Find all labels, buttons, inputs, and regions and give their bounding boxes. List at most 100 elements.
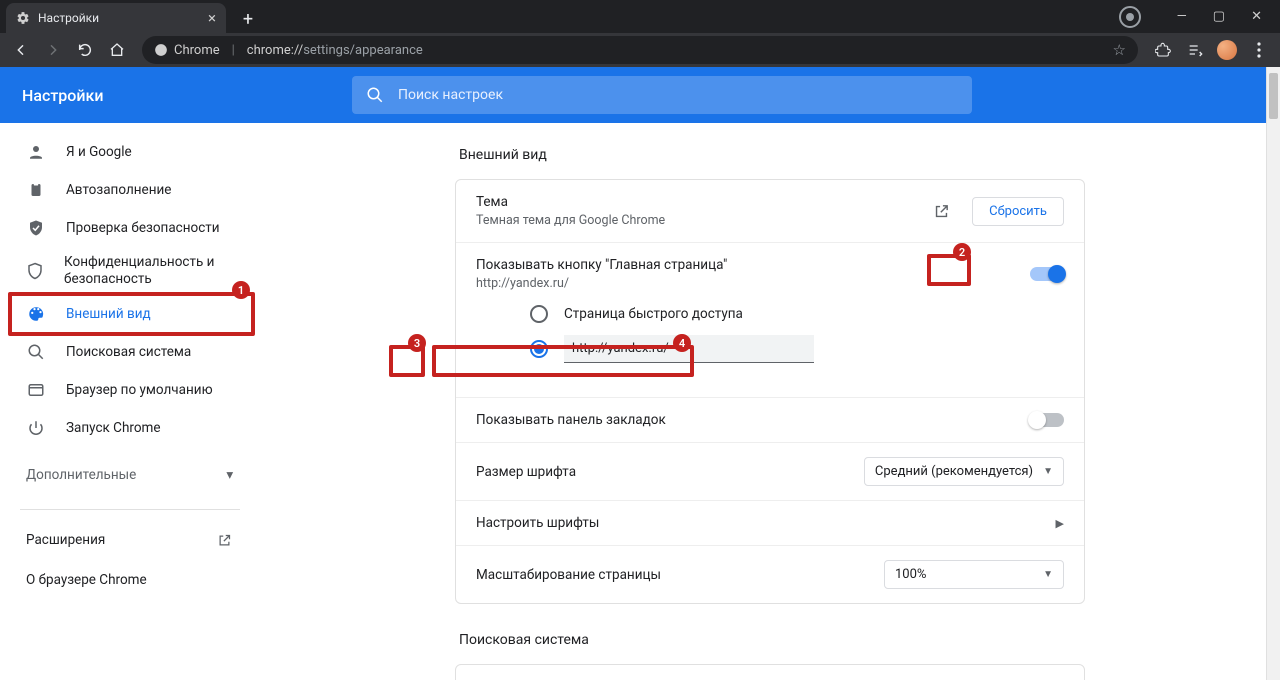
sidebar-extensions-link[interactable]: Расширения xyxy=(0,520,260,560)
settings-main: Внешний вид Тема Темная тема для Google … xyxy=(260,123,1280,680)
settings-search-input[interactable] xyxy=(398,87,958,103)
back-button[interactable] xyxy=(8,37,34,63)
sidebar-item-label: Проверка безопасности xyxy=(66,220,220,236)
settings-sidebar: Я и Google Автозаполнение Проверка безоп… xyxy=(0,123,260,680)
sidebar-item-on-startup[interactable]: Запуск Chrome xyxy=(0,409,250,447)
home-button-url: http://yandex.ru/ xyxy=(476,276,1030,291)
page-zoom-row: Масштабирование страницы 100% ▼ xyxy=(456,545,1084,603)
sidebar-item-default-browser[interactable]: Браузер по умолчанию xyxy=(0,371,250,409)
window-icon xyxy=(26,381,46,399)
home-option-newtab[interactable]: Страница быстрого доступа xyxy=(530,299,1044,329)
browser-tab[interactable]: Настройки × xyxy=(6,3,226,33)
sidebar-item-label: Поисковая система xyxy=(66,344,191,360)
palette-icon xyxy=(26,305,46,323)
search-icon xyxy=(26,343,46,361)
chevron-down-icon: ▼ xyxy=(1043,569,1053,580)
sidebar-item-label: Внешний вид xyxy=(66,306,151,322)
page-zoom-select[interactable]: 100% ▼ xyxy=(884,560,1064,589)
profile-button[interactable] xyxy=(1214,37,1240,63)
sidebar-about-label: О браузере Chrome xyxy=(26,572,147,588)
home-option-custom-url[interactable] xyxy=(530,329,1044,369)
sidebar-item-label: Запуск Chrome xyxy=(66,420,161,436)
bookmark-star-button[interactable]: ☆ xyxy=(1113,41,1126,59)
search-engine-heading: Поисковая система xyxy=(459,632,1085,648)
avatar-icon xyxy=(1217,40,1237,60)
shield-icon xyxy=(26,262,44,280)
open-in-new-icon xyxy=(217,533,232,548)
chrome-icon xyxy=(154,43,168,57)
maximize-button[interactable]: ▢ xyxy=(1213,9,1225,24)
sidebar-separator xyxy=(20,509,240,510)
bookmarks-bar-toggle[interactable] xyxy=(1030,413,1064,427)
tab-close-button[interactable]: × xyxy=(208,11,216,26)
sidebar-item-safety-check[interactable]: Проверка безопасности xyxy=(0,209,250,247)
sidebar-item-label: Конфиденциальность и безопасность xyxy=(64,254,250,288)
omnibox-url: chrome://settings/appearance xyxy=(247,43,423,58)
annotation-badge-2: 2 xyxy=(953,243,971,261)
annotation-badge-4: 4 xyxy=(673,334,691,352)
tab-strip: Настройки × + — ▢ ✕ xyxy=(0,0,1280,33)
annotation-badge-3: 3 xyxy=(408,334,426,352)
radio-icon[interactable] xyxy=(530,305,548,323)
chevron-down-icon: ▾ xyxy=(226,467,233,483)
settings-search[interactable] xyxy=(352,76,972,114)
shield-check-icon xyxy=(26,219,46,237)
omnibox-separator: | xyxy=(232,43,235,58)
sidebar-item-autofill[interactable]: Автозаполнение xyxy=(0,171,250,209)
tab-title: Настройки xyxy=(38,11,99,25)
sidebar-extensions-label: Расширения xyxy=(26,532,105,548)
settings-title: Настройки xyxy=(22,86,352,105)
chevron-right-icon: ▶ xyxy=(1056,517,1064,530)
home-button-toggle[interactable] xyxy=(1030,267,1064,281)
sidebar-about-link[interactable]: О браузере Chrome xyxy=(0,560,260,600)
sidebar-advanced-toggle[interactable]: Дополнительные ▾ xyxy=(0,455,260,495)
bookmarks-bar-label: Показывать панель закладок xyxy=(476,412,1030,428)
open-in-new-icon[interactable] xyxy=(933,203,950,220)
clipboard-icon xyxy=(26,181,46,199)
omnibox-security-label: Chrome xyxy=(174,43,220,58)
settings-page: Настройки Я и Google Автозаполнение Пров… xyxy=(0,67,1280,680)
reload-button[interactable] xyxy=(72,37,98,63)
site-info-button[interactable]: Chrome xyxy=(154,43,220,58)
minimize-button[interactable]: — xyxy=(1177,9,1187,24)
sidebar-item-label: Автозаполнение xyxy=(66,182,171,198)
default-search-engine-row: Поисковая система, используемая в адресн… xyxy=(456,665,1084,680)
menu-button[interactable] xyxy=(1246,37,1272,63)
new-tab-button[interactable]: + xyxy=(234,5,262,33)
sidebar-item-you-and-google[interactable]: Я и Google xyxy=(0,133,250,171)
scrollbar-thumb[interactable] xyxy=(1269,73,1278,119)
home-button-label: Показывать кнопку "Главная страница" xyxy=(476,257,1030,273)
page-scrollbar[interactable] xyxy=(1266,67,1280,680)
sidebar-item-privacy[interactable]: Конфиденциальность и безопасность xyxy=(0,247,250,295)
sidebar-item-label: Я и Google xyxy=(66,144,132,160)
theme-row[interactable]: Тема Темная тема для Google Chrome Сброс… xyxy=(456,180,1084,242)
forward-button[interactable] xyxy=(40,37,66,63)
font-size-label: Размер шрифта xyxy=(476,464,864,480)
sidebar-item-appearance[interactable]: Внешний вид xyxy=(0,295,250,333)
media-controls-button[interactable] xyxy=(1182,37,1208,63)
page-zoom-value: 100% xyxy=(895,567,926,582)
extensions-button[interactable] xyxy=(1150,37,1176,63)
page-zoom-label: Масштабирование страницы xyxy=(476,567,884,583)
settings-header: Настройки xyxy=(0,67,1280,123)
gear-icon xyxy=(16,11,30,25)
sidebar-advanced-label: Дополнительные xyxy=(26,467,136,483)
close-window-button[interactable]: ✕ xyxy=(1251,9,1262,24)
radio-checked-icon[interactable] xyxy=(530,340,548,358)
profile-badge-icon[interactable] xyxy=(1119,6,1141,28)
font-size-select[interactable]: Средний (рекомендуется) ▼ xyxy=(864,457,1064,486)
customize-fonts-label: Настроить шрифты xyxy=(476,515,1056,531)
chevron-down-icon: ▼ xyxy=(1043,466,1053,477)
theme-label: Тема xyxy=(476,194,933,210)
home-option-newtab-label: Страница быстрого доступа xyxy=(564,306,743,322)
window-controls: — ▢ ✕ xyxy=(1119,0,1280,33)
home-button[interactable] xyxy=(104,37,130,63)
appearance-heading: Внешний вид xyxy=(459,147,1085,163)
reset-theme-button[interactable]: Сбросить xyxy=(972,197,1064,226)
appearance-card: Тема Темная тема для Google Chrome Сброс… xyxy=(455,179,1085,604)
power-icon xyxy=(26,419,46,437)
customize-fonts-row[interactable]: Настроить шрифты ▶ xyxy=(456,500,1084,545)
font-size-row: Размер шрифта Средний (рекомендуется) ▼ xyxy=(456,442,1084,500)
sidebar-item-search-engine[interactable]: Поисковая система xyxy=(0,333,250,371)
address-bar[interactable]: Chrome | chrome://settings/appearance ☆ xyxy=(142,36,1138,64)
